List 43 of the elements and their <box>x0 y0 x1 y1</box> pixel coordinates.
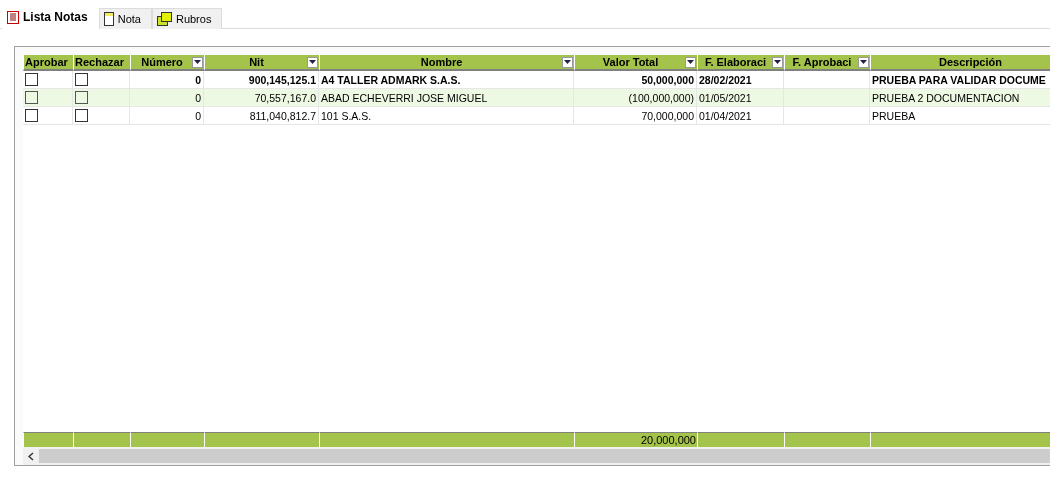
table-cell: PRUEBA 2 DOCUMENTACION <box>870 89 1050 107</box>
filter-dropdown-icon[interactable] <box>192 56 203 68</box>
checkbox[interactable] <box>75 73 88 86</box>
table-cell: 101 S.A.S. <box>319 107 574 125</box>
column-header[interactable]: F. Elaboraci <box>697 55 784 71</box>
table-cell: ABAD ECHEVERRI JOSE MIGUEL <box>319 89 574 107</box>
note-icon <box>103 12 114 26</box>
column-header[interactable]: Rechazar <box>73 55 130 71</box>
filter-dropdown-icon[interactable] <box>562 56 573 68</box>
checkbox[interactable] <box>25 73 38 86</box>
filter-dropdown-icon[interactable] <box>858 56 869 68</box>
folders-icon <box>156 12 172 26</box>
table-cell: 01/04/2021 <box>697 107 784 125</box>
table-cell: PRUEBA <box>870 107 1050 125</box>
total-cell <box>73 432 130 447</box>
table-cell: 70,000,000 <box>574 107 697 125</box>
total-cell <box>23 432 73 447</box>
filter-dropdown-icon[interactable] <box>772 56 783 68</box>
column-header[interactable]: Valor Total <box>574 55 697 71</box>
column-header[interactable]: Descripción <box>870 55 1050 71</box>
filter-dropdown-icon[interactable] <box>307 56 318 68</box>
table-cell: 0 <box>130 107 204 125</box>
column-header[interactable]: F. Aprobaci <box>784 55 870 71</box>
table-cell: (100,000,000) <box>574 89 697 107</box>
column-header[interactable]: Nit <box>204 55 319 71</box>
total-cell: 20,000,000 <box>574 432 697 447</box>
column-header[interactable]: Número <box>130 55 204 71</box>
checkbox[interactable] <box>25 109 38 122</box>
filter-dropdown-icon[interactable] <box>685 56 696 68</box>
checkbox[interactable] <box>25 91 38 104</box>
checkbox[interactable] <box>75 109 88 122</box>
horizontal-scrollbar[interactable] <box>23 447 1050 465</box>
list-icon <box>7 10 19 24</box>
tab[interactable]: Rubros <box>151 8 223 29</box>
scroll-left-icon[interactable] <box>28 451 34 461</box>
column-header[interactable]: Nombre <box>319 55 574 71</box>
table-cell: 01/05/2021 <box>697 89 784 107</box>
tab[interactable]: Nota <box>98 8 152 29</box>
checkbox[interactable] <box>75 91 88 104</box>
table-cell: 0 <box>130 89 204 107</box>
column-header[interactable]: Aprobar <box>23 55 73 71</box>
table-cell: 70,557,167.0 <box>204 89 319 107</box>
table-cell: 811,040,812.7 <box>204 107 319 125</box>
